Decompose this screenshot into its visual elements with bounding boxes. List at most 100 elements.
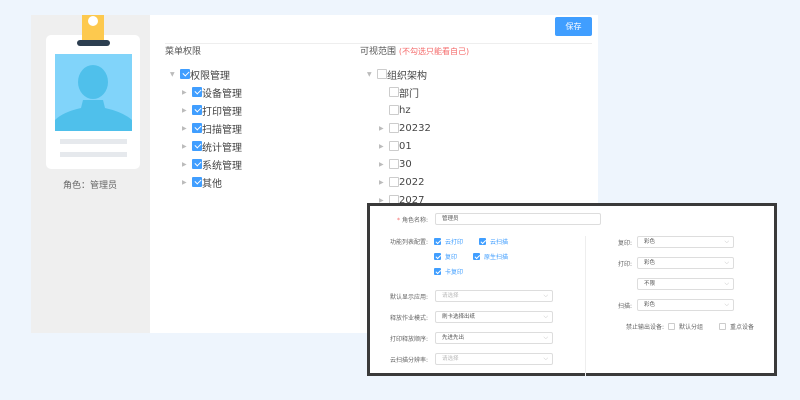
checkbox[interactable] bbox=[192, 177, 202, 187]
menu-perms-title: 菜单权限 bbox=[165, 47, 202, 57]
tree-label: 系统管理 bbox=[202, 160, 242, 172]
release-order-select[interactable]: 先进先出 ⌵ bbox=[435, 332, 553, 344]
checkbox[interactable] bbox=[389, 87, 399, 97]
scan-select[interactable]: 彩色 ⌵ bbox=[637, 299, 734, 311]
tree-node[interactable]: ▶ 扫描管理 bbox=[170, 121, 242, 136]
feature-checkbox[interactable]: 云打印 bbox=[434, 237, 463, 246]
checkbox[interactable] bbox=[192, 105, 202, 115]
release-order-label: 打印释放顺序: bbox=[389, 336, 428, 343]
visible-scope-label: 可视范围 bbox=[360, 47, 397, 57]
feature-checkbox[interactable]: 卡复印 bbox=[434, 267, 463, 276]
tree-label: 打印管理 bbox=[202, 106, 242, 118]
release-mode-select[interactable]: 刷卡选择出纸 ⌵ bbox=[435, 311, 553, 323]
checkbox[interactable] bbox=[389, 159, 399, 169]
tree-label: 扫描管理 bbox=[202, 124, 242, 136]
badge-clip-icon bbox=[77, 40, 110, 46]
tree-label: 统计管理 bbox=[202, 142, 242, 154]
caret-right-icon[interactable]: ▶ bbox=[182, 89, 192, 96]
scope-tree: ▼ 组织架构 部门 hz ▶ 20232 ▶ 01 ▶ 30 ▶ 2022 ▶ 2027 bbox=[367, 67, 431, 208]
chevron-down-icon: ⌵ bbox=[724, 280, 729, 287]
default-app-select[interactable]: 请选择 ⌵ bbox=[435, 290, 553, 302]
print-color-select[interactable]: 彩色 ⌵ bbox=[637, 257, 734, 269]
save-button[interactable]: 保存 bbox=[555, 17, 592, 36]
print-label: 打印: bbox=[617, 261, 632, 268]
caret-right-icon[interactable]: ▶ bbox=[379, 161, 389, 168]
checkbox[interactable] bbox=[389, 105, 399, 115]
caret-right-icon[interactable]: ▶ bbox=[379, 143, 389, 150]
scan-label: 扫描: bbox=[617, 303, 632, 310]
chevron-down-icon: ⌵ bbox=[543, 334, 548, 341]
role-edit-dialog: * 角色名称: 管理员 功能列表配置: 云打印 云扫描 复印 原生扫描 卡复印 … bbox=[367, 203, 777, 376]
caret-right-icon[interactable]: ▶ bbox=[182, 161, 192, 168]
checkbox[interactable] bbox=[192, 123, 202, 133]
tree-label: 其他 bbox=[202, 178, 222, 190]
tree-node[interactable]: ▶ 打印管理 bbox=[170, 103, 242, 118]
user-silhouette-icon bbox=[55, 65, 132, 131]
tree-node-root[interactable]: ▼ 组织架构 bbox=[367, 67, 431, 82]
checkbox[interactable] bbox=[180, 69, 190, 79]
print-limit-select[interactable]: 不限 ⌵ bbox=[637, 278, 734, 290]
feature-checkbox[interactable]: 复印 bbox=[434, 252, 457, 261]
chevron-down-icon: ⌵ bbox=[543, 313, 548, 320]
features-label: 功能列表配置: bbox=[389, 239, 428, 246]
tree-node[interactable]: ▶ 统计管理 bbox=[170, 139, 242, 154]
copy-select[interactable]: 彩色 ⌵ bbox=[637, 236, 734, 248]
tree-label: 组织架构 bbox=[387, 70, 427, 82]
tree-node[interactable]: ▶ 01 bbox=[367, 139, 431, 153]
visible-scope-title: 可视范围 (不勾选只能看自己) bbox=[360, 44, 469, 57]
visible-scope-hint: (不勾选只能看自己) bbox=[398, 47, 470, 56]
checkbox[interactable] bbox=[377, 69, 387, 79]
scan-resolution-label: 云扫描分辨率: bbox=[389, 357, 428, 364]
checkbox[interactable] bbox=[192, 87, 202, 97]
menu-tree: ▼ 权限管理 ▶ 设备管理 ▶ 打印管理 ▶ 扫描管理 ▶ 统计管理 ▶ 系统管理 ▶ 其他 bbox=[170, 67, 242, 190]
chevron-down-icon: ⌵ bbox=[724, 238, 729, 245]
checkbox[interactable] bbox=[389, 123, 399, 133]
tree-label: 30 bbox=[399, 158, 412, 170]
badge-hole-icon bbox=[88, 16, 98, 26]
forbid-output-label: 禁止输出设备: bbox=[625, 324, 664, 331]
feature-checkbox[interactable]: 云扫描 bbox=[479, 237, 508, 246]
tree-label: hz bbox=[399, 104, 411, 116]
tree-node[interactable]: ▶ 其他 bbox=[170, 175, 242, 190]
checkbox[interactable] bbox=[192, 159, 202, 169]
copy-label: 复印: bbox=[617, 240, 632, 247]
caret-down-icon[interactable]: ▼ bbox=[170, 71, 180, 78]
tree-node[interactable]: ▶ 30 bbox=[367, 157, 431, 171]
caret-right-icon[interactable]: ▶ bbox=[182, 143, 192, 150]
caret-right-icon[interactable]: ▶ bbox=[182, 107, 192, 114]
default-app-label: 默认显示应用: bbox=[389, 294, 428, 301]
caret-down-icon[interactable]: ▼ bbox=[367, 71, 377, 78]
tree-label: 设备管理 bbox=[202, 88, 242, 100]
tree-label: 2022 bbox=[399, 176, 425, 188]
tree-label: 01 bbox=[399, 140, 412, 152]
tree-node[interactable]: 部门 bbox=[367, 85, 431, 100]
release-mode-label: 释放作业模式: bbox=[389, 315, 428, 322]
tree-node[interactable]: ▶ 2022 bbox=[367, 175, 431, 189]
tree-node-root[interactable]: ▼ 权限管理 bbox=[170, 67, 242, 82]
tree-node[interactable]: hz bbox=[367, 103, 431, 117]
caret-right-icon[interactable]: ▶ bbox=[379, 125, 389, 132]
checkbox[interactable] bbox=[192, 141, 202, 151]
chevron-down-icon: ⌵ bbox=[724, 301, 729, 308]
card-line bbox=[60, 139, 127, 144]
tree-node[interactable]: ▶ 设备管理 bbox=[170, 85, 242, 100]
chevron-down-icon: ⌵ bbox=[543, 355, 548, 362]
tree-label: 部门 bbox=[399, 88, 419, 100]
checkbox[interactable] bbox=[389, 177, 399, 187]
caret-right-icon[interactable]: ▶ bbox=[379, 179, 389, 186]
role-name-input[interactable]: 管理员 bbox=[435, 213, 601, 225]
caret-right-icon[interactable]: ▶ bbox=[182, 125, 192, 132]
scan-resolution-select[interactable]: 请选择 ⌵ bbox=[435, 353, 553, 365]
checkbox[interactable] bbox=[389, 141, 399, 151]
card-line bbox=[60, 152, 127, 157]
tree-label: 权限管理 bbox=[190, 70, 230, 82]
caret-right-icon[interactable]: ▶ bbox=[182, 179, 192, 186]
feature-checkbox[interactable]: 原生扫描 bbox=[473, 252, 508, 261]
tree-node[interactable]: ▶ 系统管理 bbox=[170, 157, 242, 172]
forbid-key-device-checkbox[interactable]: 重点设备 bbox=[719, 322, 754, 331]
forbid-default-group-checkbox[interactable]: 默认分组 bbox=[668, 322, 703, 331]
tree-label: 20232 bbox=[399, 122, 431, 134]
chevron-down-icon: ⌵ bbox=[543, 292, 548, 299]
role-label: 角色：管理员 bbox=[62, 181, 117, 191]
tree-node[interactable]: ▶ 20232 bbox=[367, 121, 431, 135]
